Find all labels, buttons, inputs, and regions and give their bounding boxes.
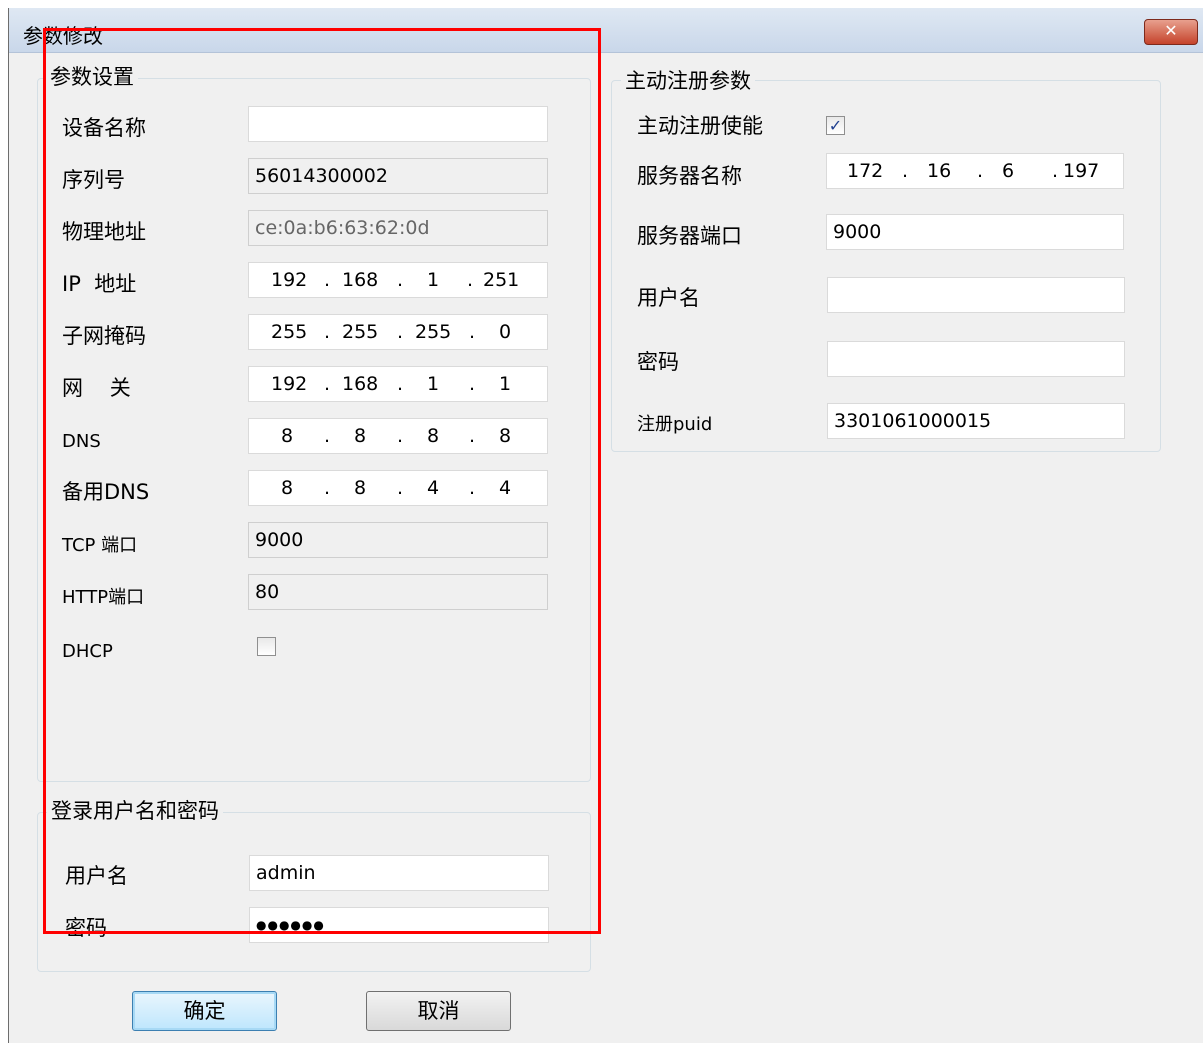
ok-button[interactable]: 确定 [132,991,277,1031]
server-octet-4: 197 [1063,160,1100,182]
ip-dot: . [469,477,476,499]
ip-octet-1: 192 [271,269,308,291]
register-puid-label: 注册puid [637,414,713,435]
gateway-field[interactable]: 192 . 168 . 1 . 1 [248,366,548,402]
dns-octet-4: 8 [499,425,512,447]
ip-dot: . [324,373,331,395]
server-port-field[interactable]: 9000 [826,214,1124,250]
register-username-field[interactable] [827,277,1125,313]
device-name-label: 设备名称 [62,116,146,140]
close-icon: ✕ [1164,21,1178,40]
ip-dot: . [324,477,331,499]
server-address-field[interactable]: 172 . 16 . 6 . 197 [826,153,1124,189]
server-octet-3: 6 [1002,160,1015,182]
ip-dot: . [902,160,909,182]
background-edge [0,0,8,1043]
ip-dot: . [324,321,331,343]
dns-field[interactable]: 8 . 8 . 8 . 8 [248,418,548,454]
dns2-label: 备用DNS [62,480,150,504]
gateway-octet-3: 1 [427,373,440,395]
gateway-octet-4: 1 [499,373,512,395]
dhcp-label: DHCP [62,641,113,662]
subnet-octet-3: 255 [415,321,452,343]
register-group-title: 主动注册参数 [621,68,755,94]
backup-dns-field[interactable]: 8 . 8 . 4 . 4 [248,470,548,506]
ip-dot: . [977,160,984,182]
ip-dot: . [397,477,404,499]
parameter-dialog: 参数修改 ✕ 参数设置 设备名称 序列号 56014300002 物理地址 ce… [8,8,1203,1043]
ip-address-field[interactable]: 192 . 168 . 1 . 251 [248,262,548,298]
register-password-field[interactable] [827,341,1125,377]
title-bar[interactable]: 参数修改 ✕ [9,8,1203,53]
login-password-label: 密码 [65,916,107,940]
dhcp-checkbox[interactable] [257,637,276,656]
ip-dot: . [467,269,474,291]
subnet-octet-4: 0 [499,321,512,343]
http-port-field[interactable]: 80 [248,574,548,610]
ip-dot: . [1052,160,1059,182]
ip-dot: . [324,425,331,447]
register-enable-checkbox[interactable]: ✓ [826,116,845,135]
server-octet-1: 172 [847,160,884,182]
gateway-octet-2: 168 [342,373,379,395]
window-title: 参数修改 [23,24,103,48]
ip-dot: . [324,269,331,291]
cancel-button[interactable]: 取消 [366,991,511,1031]
dns-octet-3: 8 [427,425,440,447]
server-port-label: 服务器端口 [637,224,742,248]
ip-octet-2: 168 [342,269,379,291]
register-password-label: 密码 [637,350,679,374]
server-name-label: 服务器名称 [637,164,742,188]
close-button[interactable]: ✕ [1144,19,1198,45]
device-name-field[interactable] [248,106,548,142]
http-port-label: HTTP端口 [62,587,145,608]
subnet-octet-1: 255 [271,321,308,343]
serial-field[interactable]: 56014300002 [248,158,548,194]
ip-dot: . [397,425,404,447]
dns-octet-2: 8 [354,425,367,447]
ip-dot: . [469,321,476,343]
mac-label: 物理地址 [62,220,146,244]
dns2-octet-3: 4 [427,477,440,499]
dns-octet-1: 8 [281,425,294,447]
ip-dot: . [469,425,476,447]
server-octet-2: 16 [927,160,952,182]
gateway-octet-1: 192 [271,373,308,395]
tcp-port-field[interactable]: 9000 [248,522,548,558]
serial-label: 序列号 [62,168,125,192]
subnet-octet-2: 255 [342,321,379,343]
params-group-title: 参数设置 [46,64,138,90]
mac-field[interactable]: ce:0a:b6:63:62:0d [248,210,548,246]
ip-dot: . [469,373,476,395]
login-group-title: 登录用户名和密码 [47,798,223,824]
dns-label: DNS [62,431,101,452]
login-username-field[interactable]: admin [249,855,549,891]
tcp-port-label: TCP 端口 [62,535,138,556]
ip-dot: . [397,321,404,343]
dns2-octet-2: 8 [354,477,367,499]
gateway-label: 网 关 [62,376,131,400]
ip-dot: . [397,269,404,291]
ip-octet-3: 1 [427,269,440,291]
login-group [37,812,591,972]
subnet-mask-field[interactable]: 255 . 255 . 255 . 0 [248,314,548,350]
register-puid-field[interactable]: 3301061000015 [827,403,1125,439]
login-password-field[interactable]: ●●●●●● [249,907,549,943]
ip-label: IP 地址 [62,272,137,296]
ip-octet-4: 251 [483,269,520,291]
register-enable-label: 主动注册使能 [637,114,763,138]
register-username-label: 用户名 [637,286,700,310]
login-username-label: 用户名 [65,864,128,888]
check-icon: ✓ [828,116,843,135]
ip-dot: . [397,373,404,395]
subnet-label: 子网掩码 [62,324,146,348]
dns2-octet-1: 8 [281,477,294,499]
dns2-octet-4: 4 [499,477,512,499]
